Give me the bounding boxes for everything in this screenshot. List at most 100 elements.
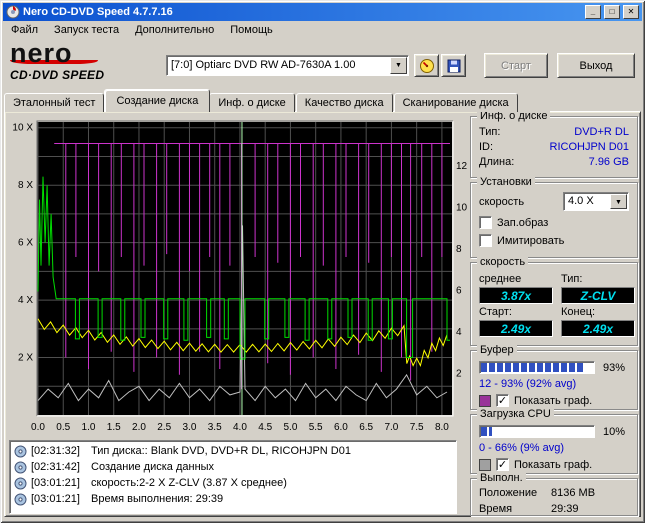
tab-benchmark[interactable]: Эталонный тест [4,93,105,112]
svg-text:6.0: 6.0 [334,422,348,433]
buffer-progress-fill [481,363,586,372]
position-value: 8136 MB [551,487,596,499]
svg-text:7.5: 7.5 [410,422,424,433]
titlebar[interactable]: Nero CD-DVD Speed 4.7.7.16 _ □ ✕ [3,3,642,21]
end-speed-label: Конец: [561,306,596,318]
svg-text:2 X: 2 X [18,353,33,364]
svg-text:10 X: 10 X [12,123,33,134]
svg-text:2.5: 2.5 [157,422,171,433]
speed-options-button[interactable] [414,54,439,77]
menubar: Файл Запуск теста Дополнительно Помощь [3,21,642,39]
log-text: Время выполнения: 29:39 [91,493,224,505]
group-title: Выполн. [477,472,526,485]
svg-text:8 X: 8 X [18,180,33,191]
disc-icon [14,461,27,473]
log-entry[interactable]: [03:01:21] скорость:2-2 X Z-CLV (3.87 X … [10,475,456,491]
simulate-checkbox[interactable] [479,234,492,247]
disc-icon [14,477,27,489]
buffer-color-swatch [479,394,491,407]
speedometer-icon [419,58,434,73]
start-button[interactable]: Старт [484,53,548,78]
tab-strip: Эталонный тест Создание диска Инф. о дис… [4,89,519,112]
svg-text:4.0: 4.0 [233,422,247,433]
elapsed-label: Время [479,503,513,515]
write-image-label: Зап.образ [497,216,549,229]
log-list[interactable]: [02:31:32] Тип диска:: Blank DVD, DVD+R … [9,440,457,514]
speed-type-value: Z-CLV [561,287,635,304]
group-title: Буфер [477,344,517,357]
svg-text:0.0: 0.0 [31,422,45,433]
svg-text:8.0: 8.0 [435,422,449,433]
log-entry[interactable]: [03:01:21] Время выполнения: 29:39 [10,491,456,507]
group-title: скорость [477,256,529,269]
speed-group: скорость среднее Тип: 3.87x Z-CLV Старт:… [470,256,638,346]
svg-text:6 X: 6 X [18,238,33,249]
log-time: [02:31:42] [31,461,80,473]
tab-scandisc[interactable]: Сканирование диска [393,93,518,112]
svg-text:1.0: 1.0 [82,422,96,433]
log-time: [03:01:21] [31,493,80,505]
cpu-percent: 10% [603,425,626,438]
disc-length-label: Длина: [479,156,515,168]
buffer-group: Буфер 93% 12 - 93% (92% avg) ✓ Показать … [470,344,638,410]
svg-text:4: 4 [456,327,462,338]
svg-text:10: 10 [456,203,468,214]
log-text: скорость:2-2 X Z-CLV (3.87 X среднее) [91,477,287,489]
minimize-button[interactable]: _ [585,5,601,19]
disc-id-value: RICOHJPN D01 [549,141,629,153]
menu-extra[interactable]: Дополнительно [127,22,222,38]
disc-icon [14,445,27,457]
result-group: Выполн. Положение 8136 MB Время 29:39 [470,472,638,516]
buffer-show-graph-label: Показать граф. [514,394,593,407]
disc-length-value: 7.96 GB [588,156,629,168]
nero-logo: nero CD·DVD SPEED [10,40,162,82]
disc-type-label: Тип: [479,126,501,138]
log-entry[interactable]: [02:31:42] Создание диска данных [10,459,456,475]
tab-disc-info[interactable]: Инф. о диске [209,93,295,112]
save-button[interactable] [441,54,466,77]
close-button[interactable]: ✕ [623,5,639,19]
svg-text:12: 12 [456,161,468,172]
cpu-show-graph-checkbox[interactable]: ✓ [496,458,509,471]
tab-create-disc[interactable]: Создание диска [104,89,211,112]
cddvdspeed-logo-text: CD·DVD SPEED [10,68,105,82]
save-icon [447,59,460,72]
write-image-checkbox[interactable] [479,216,492,229]
settings-group: Установки скорость 4.0 X ▼ Зап.образ Ими… [470,176,638,258]
end-speed-value: 2.49x [561,320,635,337]
avg-speed-label: среднее [479,273,522,285]
chevron-down-icon[interactable]: ▼ [390,57,407,74]
position-label: Положение [479,487,538,499]
buffer-show-graph-checkbox[interactable]: ✓ [496,394,509,407]
group-title: Загрузка CPU [477,408,554,421]
simulate-label: Имитировать [497,234,565,247]
cpu-range: 0 - 66% (9% avg) [479,442,564,454]
tab-disc-quality[interactable]: Качество диска [295,93,393,112]
menu-file[interactable]: Файл [3,22,46,38]
svg-text:0.5: 0.5 [56,422,70,433]
exit-button[interactable]: Выход [557,53,635,78]
maximize-button[interactable]: □ [604,5,620,19]
svg-text:2.0: 2.0 [132,422,146,433]
speed-select[interactable]: 4.0 X ▼ [563,192,629,211]
svg-text:6.5: 6.5 [359,422,373,433]
cpu-show-graph-label: Показать граф. [514,458,593,471]
cpu-progress-fill [481,427,493,436]
svg-text:3.5: 3.5 [208,422,222,433]
speed-select-value: 4.0 X [568,195,594,207]
svg-text:7.0: 7.0 [384,422,398,433]
svg-text:8: 8 [456,244,462,255]
svg-text:5.0: 5.0 [283,422,297,433]
log-entry[interactable]: [02:31:32] Тип диска:: Blank DVD, DVD+R … [10,443,456,459]
menu-run-test[interactable]: Запуск теста [46,22,127,38]
drive-selector[interactable]: [7:0] Optiarc DVD RW AD-7630A 1.00 ▼ [166,55,409,76]
avg-speed-value: 3.87x [479,287,553,304]
chevron-down-icon[interactable]: ▼ [610,194,627,209]
app-window: Nero CD-DVD Speed 4.7.7.16 _ □ ✕ Файл За… [0,0,645,523]
menu-help[interactable]: Помощь [222,22,281,38]
start-speed-value: 2.49x [479,320,553,337]
disc-type-value: DVD+R DL [574,126,629,138]
log-time: [02:31:32] [31,445,80,457]
app-icon [6,5,20,19]
speed-type-label: Тип: [561,273,583,285]
